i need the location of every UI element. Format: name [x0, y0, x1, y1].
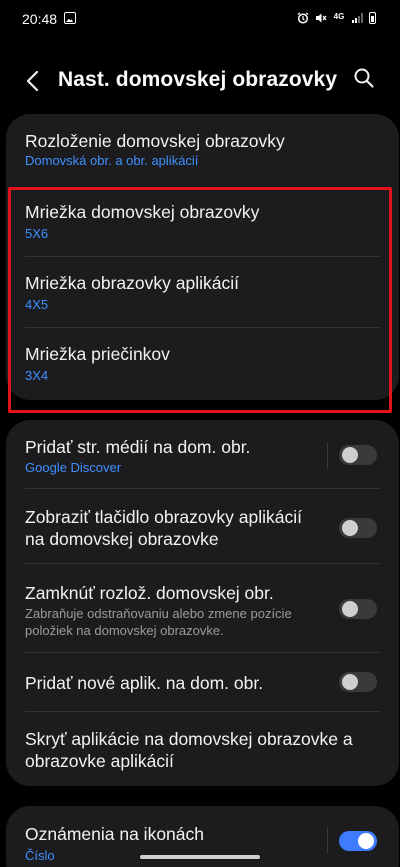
page-title: Nast. domovskej obrazovky	[58, 68, 338, 91]
setting-title: Zamknúť rozlož. domovskej obr.	[25, 583, 274, 603]
setting-value: 3X4	[25, 368, 49, 383]
setting-home-layout[interactable]: Rozloženie domovskej obrazovky Domovská …	[6, 114, 399, 182]
mute-icon	[315, 12, 327, 24]
setting-title: Pridať nové aplik. na dom. obr.	[25, 673, 264, 693]
setting-home-grid[interactable]: Mriežka domovskej obrazovky 5X6	[6, 186, 399, 254]
toggle-knob	[342, 601, 358, 617]
setting-value: Google Discover	[25, 460, 122, 475]
setting-title: Pridať str. médií na dom. obr.	[25, 437, 251, 457]
vertical-divider	[327, 442, 328, 468]
setting-value: 5X6	[25, 226, 49, 241]
home-options-card: Pridať str. médií na dom. obr. Google Di…	[6, 420, 399, 786]
setting-hide-apps[interactable]: Skryť aplikácie na domovskej obrazovke a…	[6, 712, 399, 786]
back-button[interactable]	[20, 64, 48, 98]
setting-title: Skryť aplikácie na domovskej obrazovke a	[25, 729, 353, 749]
image-icon	[64, 12, 76, 24]
setting-title: Mriežka domovskej obrazovky	[25, 202, 260, 222]
setting-title: Mriežka obrazovky aplikácií	[25, 273, 239, 293]
setting-add-new-apps[interactable]: Pridať nové aplik. na dom. obr.	[6, 653, 399, 711]
lock-layout-toggle[interactable]	[339, 599, 377, 619]
setting-apps-grid[interactable]: Mriežka obrazovky aplikácií 4X5	[6, 257, 399, 327]
status-bar: 20:48 4G	[0, 0, 400, 36]
toggle-knob	[358, 833, 374, 849]
app-header: Nast. domovskej obrazovky	[0, 52, 400, 110]
setting-title-line2: na domovskej obrazovke	[25, 529, 219, 549]
setting-title: Oznámenia na ikonách	[25, 824, 204, 844]
grid-settings-card: Rozloženie domovskej obrazovky Domovská …	[6, 114, 399, 400]
toggle-knob	[342, 674, 358, 690]
icon-badges-toggle[interactable]	[339, 831, 377, 851]
setting-title: Mriežka priečinkov	[25, 344, 170, 364]
add-new-apps-toggle[interactable]	[339, 672, 377, 692]
search-icon	[354, 68, 374, 88]
setting-value: Domovská obr. a obr. aplikácií	[25, 153, 199, 168]
setting-folder-grid[interactable]: Mriežka priečinkov 3X4	[6, 328, 399, 398]
setting-title: Rozloženie domovskej obrazovky	[25, 131, 285, 151]
vertical-divider	[327, 828, 328, 854]
setting-title-line2: obrazovke aplikácií	[25, 751, 174, 771]
status-time: 20:48	[22, 11, 58, 27]
setting-description-line2: položiek na domovskej obrazovke.	[25, 623, 224, 638]
setting-value: Číslo	[25, 848, 55, 863]
apps-button-toggle[interactable]	[339, 518, 377, 538]
status-icons: 4G	[297, 12, 376, 24]
back-arrow-icon	[26, 70, 39, 92]
setting-value: 4X5	[25, 297, 49, 312]
setting-title: Zobraziť tlačidlo obrazovky aplikácií	[25, 507, 302, 527]
battery-icon	[369, 12, 376, 24]
search-button[interactable]	[352, 66, 380, 94]
alarm-icon	[297, 12, 309, 24]
toggle-knob	[342, 447, 358, 463]
setting-apps-button[interactable]: Zobraziť tlačidlo obrazovky aplikácií na…	[6, 489, 399, 563]
setting-media-page[interactable]: Pridať str. médií na dom. obr. Google Di…	[6, 420, 399, 488]
setting-lock-layout[interactable]: Zamknúť rozlož. domovskej obr. Zabraňuje…	[6, 564, 399, 650]
signal-icon	[351, 12, 363, 24]
media-page-toggle[interactable]	[339, 445, 377, 465]
setting-description: Zabraňuje odstraňovaniu alebo zmene pozí…	[25, 606, 292, 621]
toggle-knob	[342, 520, 358, 536]
gesture-nav-handle[interactable]	[140, 855, 260, 859]
4g-icon: 4G	[333, 12, 345, 21]
